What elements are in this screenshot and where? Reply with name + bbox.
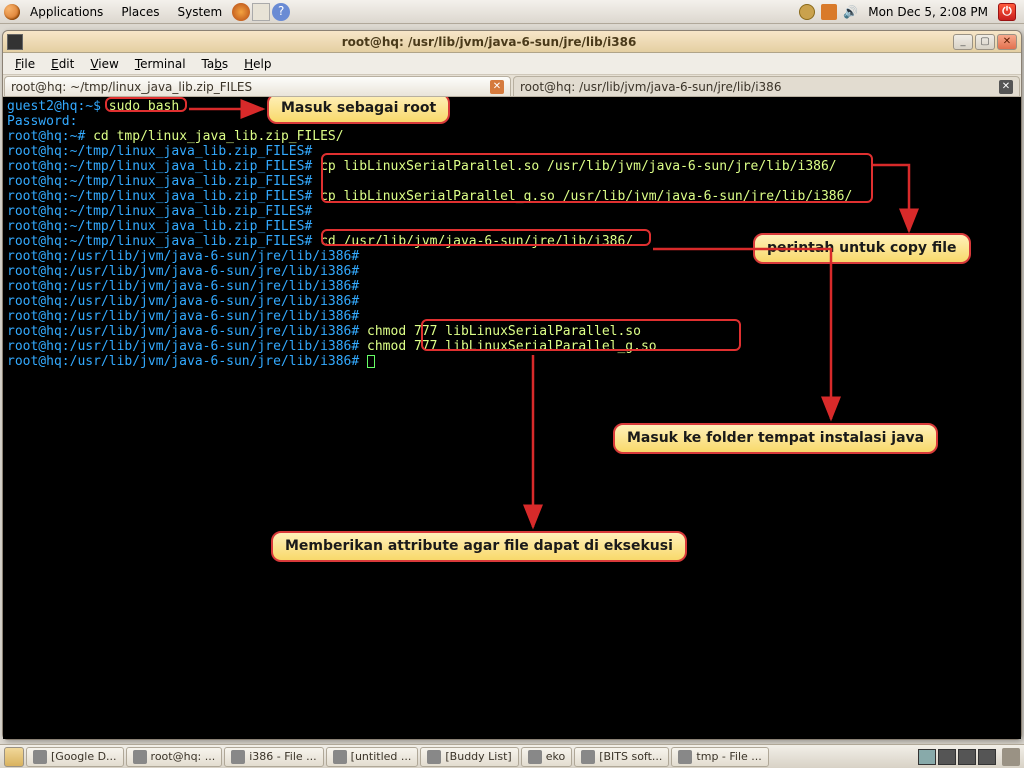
tab-active[interactable]: root@hq: ~/tmp/linux_java_lib.zip_FILES … [4,76,511,96]
clock[interactable]: Mon Dec 5, 2:08 PM [864,5,992,19]
terminal-line: root@hq:/usr/lib/jvm/java-6-sun/jre/lib/… [7,294,1017,309]
arrow-copy [871,163,931,241]
taskbar-window-button[interactable]: tmp - File ... [671,747,768,767]
volume-icon[interactable] [843,5,858,19]
places-menu[interactable]: Places [113,3,167,21]
gnome-top-panel: Applications Places System ? Mon Dec 5, … [0,0,1024,24]
taskbar-window-button[interactable]: [Buddy List] [420,747,518,767]
terminal-line: root@hq:/usr/lib/jvm/java-6-sun/jre/lib/… [7,264,1017,279]
taskbar-window-button[interactable]: eko [521,747,572,767]
taskbar-label: eko [546,750,565,763]
user-switcher-icon[interactable] [799,4,815,20]
app-icon [33,750,47,764]
taskbar-window-button[interactable]: root@hq: ... [126,747,223,767]
update-notifier-icon[interactable] [821,4,837,20]
window-titlebar[interactable]: root@hq: /usr/lib/jvm/java-6-sun/jre/lib… [3,31,1021,53]
taskbar-label: root@hq: ... [151,750,216,763]
taskbar-window-button[interactable]: [Google D... [26,747,124,767]
highlight-cd [321,229,651,246]
minimize-button[interactable]: _ [953,34,973,50]
taskbar-window-button[interactable]: i386 - File ... [224,747,323,767]
menu-edit[interactable]: Edit [45,55,80,73]
tab-close-icon[interactable]: ✕ [490,80,504,94]
tab-label: root@hq: /usr/lib/jvm/java-6-sun/jre/lib… [520,80,781,94]
arrow-sudo [187,103,271,119]
tab-close-icon[interactable]: ✕ [999,80,1013,94]
app-icon [231,750,245,764]
tab-label: root@hq: ~/tmp/linux_java_lib.zip_FILES [11,80,252,94]
shutdown-button[interactable]: ⏻ [998,3,1016,21]
menu-terminal[interactable]: Terminal [129,55,192,73]
terminal-line: root@hq:/usr/lib/jvm/java-6-sun/jre/lib/… [7,279,1017,294]
app-icon [581,750,595,764]
help-launcher-icon[interactable]: ? [272,3,290,21]
workspace-2[interactable] [938,749,956,765]
terminal-line: root@hq:/usr/lib/jvm/java-6-sun/jre/lib/… [7,354,1017,369]
menu-help[interactable]: Help [238,55,277,73]
app-icon [427,750,441,764]
taskbar-window-button[interactable]: [BITS soft... [574,747,669,767]
ubuntu-logo-icon [4,4,20,20]
arrow-cd-java [651,247,851,429]
terminal-cursor [367,355,375,368]
menu-file[interactable]: File [9,55,41,73]
taskbar-label: [untitled ... [351,750,412,763]
taskbar-label: [Buddy List] [445,750,511,763]
maximize-button[interactable]: ▢ [975,34,995,50]
highlight-cp [321,153,873,203]
terminal-line: Password: [7,114,1017,129]
app-icon [133,750,147,764]
app-icon [528,750,542,764]
terminal-content[interactable]: guest2@hq:~$ sudo bashPassword:root@hq:~… [3,97,1021,739]
menu-view[interactable]: View [84,55,124,73]
menubar: File Edit View Terminal Tabs Help [3,53,1021,75]
workspace-4[interactable] [978,749,996,765]
tab-inactive[interactable]: root@hq: /usr/lib/jvm/java-6-sun/jre/lib… [513,76,1020,96]
terminal-window: root@hq: /usr/lib/jvm/java-6-sun/jre/lib… [2,30,1022,740]
taskbar-label: tmp - File ... [696,750,761,763]
workspace-switcher[interactable] [918,749,996,765]
terminal-icon [7,34,23,50]
terminal-tabs: root@hq: ~/tmp/linux_java_lib.zip_FILES … [3,75,1021,97]
gnome-bottom-panel: [Google D... root@hq: ... i386 - File ... [… [0,744,1024,768]
system-menu[interactable]: System [169,3,230,21]
menu-tabs[interactable]: Tabs [196,55,235,73]
callout-chmod: Memberikan attribute agar file dapat di … [271,531,687,562]
taskbar-window-button[interactable]: [untitled ... [326,747,419,767]
firefox-launcher-icon[interactable] [232,3,250,21]
terminal-line: root@hq:~# cd tmp/linux_java_lib.zip_FIL… [7,129,1017,144]
highlight-sudo [105,97,187,112]
workspace-1[interactable] [918,749,936,765]
callout-sudo: Masuk sebagai root [267,97,450,124]
close-button[interactable]: ✕ [997,34,1017,50]
show-desktop-button[interactable] [4,747,24,767]
applications-menu[interactable]: Applications [22,3,111,21]
app-icon [678,750,692,764]
workspace-3[interactable] [958,749,976,765]
evolution-launcher-icon[interactable] [252,3,270,21]
window-title: root@hq: /usr/lib/jvm/java-6-sun/jre/lib… [27,35,951,49]
trash-icon[interactable] [1002,748,1020,766]
taskbar-label: [Google D... [51,750,117,763]
taskbar-label: i386 - File ... [249,750,316,763]
app-icon [333,750,347,764]
taskbar-label: [BITS soft... [599,750,662,763]
arrow-chmod [523,353,553,535]
terminal-line: root@hq:~/tmp/linux_java_lib.zip_FILES# [7,204,1017,219]
